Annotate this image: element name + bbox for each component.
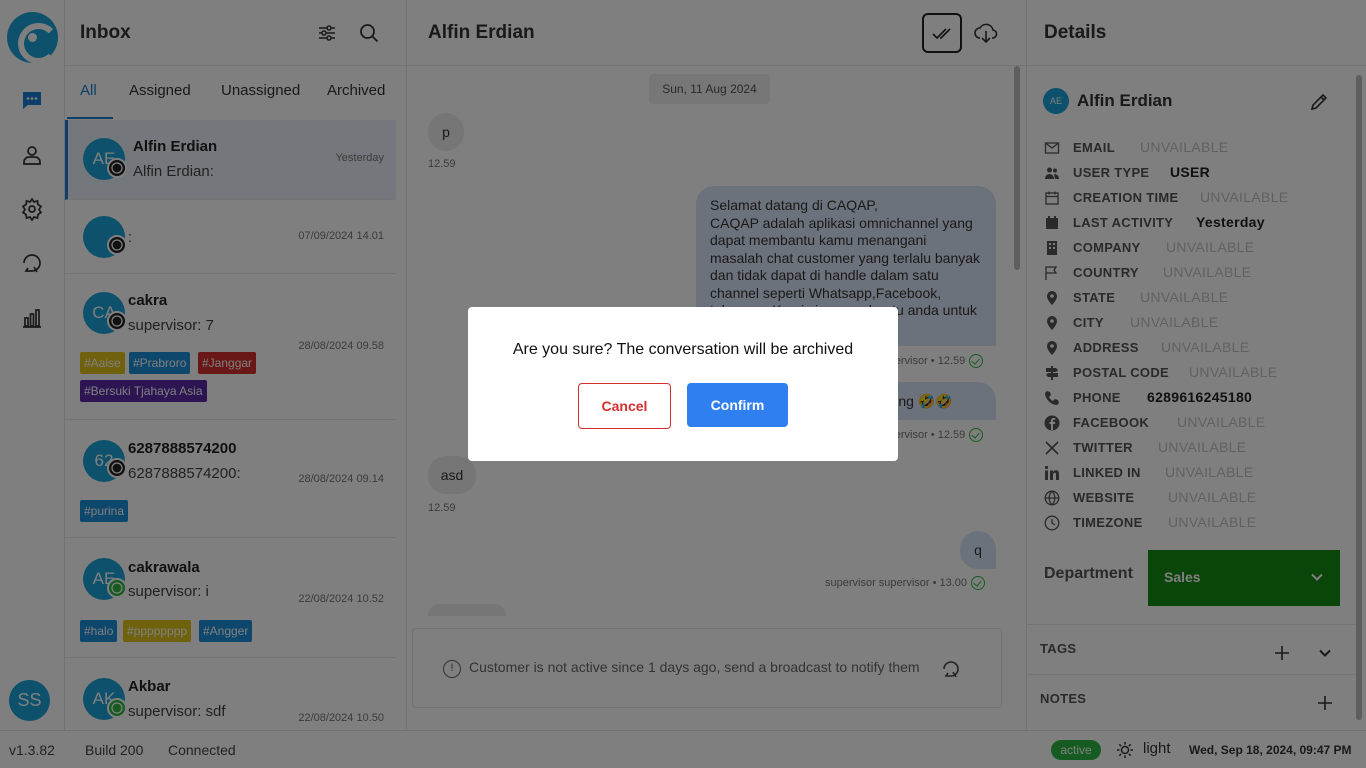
cancel-button[interactable]: Cancel: [578, 383, 671, 429]
modal-overlay[interactable]: Are you sure? The conversation will be a…: [0, 0, 1366, 768]
confirm-archive-dialog: Are you sure? The conversation will be a…: [468, 307, 898, 461]
dialog-message: Are you sure? The conversation will be a…: [512, 341, 854, 358]
confirm-button[interactable]: Confirm: [687, 383, 788, 427]
